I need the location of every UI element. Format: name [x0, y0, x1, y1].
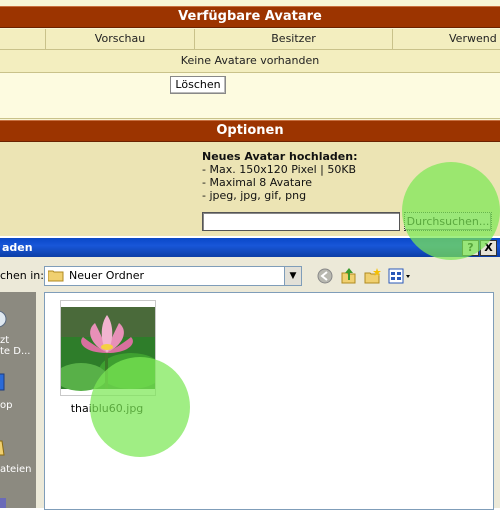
section-header-avatars: Verfügbare Avatare — [0, 6, 500, 28]
file-item[interactable] — [55, 300, 163, 396]
place-label[interactable]: ateien — [0, 464, 31, 475]
delete-button[interactable]: Löschen — [170, 76, 226, 94]
upload-info: Neues Avatar hochladen: - Max. 150x120 P… — [202, 150, 357, 202]
place-label[interactable]: op — [0, 400, 12, 411]
lotus-thumbnail-image — [55, 307, 163, 391]
column-header-preview: Vorschau — [45, 29, 194, 49]
file-name-label: thaiblu60.jpg — [70, 402, 144, 415]
look-in-value: Neuer Ordner — [69, 269, 144, 282]
look-in-label: chen in: — [0, 269, 44, 282]
back-icon[interactable] — [317, 268, 333, 284]
chevron-down-icon[interactable]: ▼ — [284, 267, 301, 285]
computer-icon[interactable] — [0, 498, 6, 508]
upload-rule: - jpeg, jpg, gif, png — [202, 189, 307, 202]
upload-rule: - Maximal 8 Avatare — [202, 176, 312, 189]
avatar-table-header: Vorschau Besitzer Verwend — [0, 29, 500, 50]
up-folder-icon[interactable] — [341, 267, 357, 284]
desktop-icon[interactable] — [0, 372, 6, 392]
dialog-title: aden — [2, 241, 33, 254]
dialog-title-bar[interactable]: aden — [0, 238, 500, 257]
close-button[interactable]: X — [480, 240, 497, 256]
avatar-page: Verfügbare Avatare Vorschau Besitzer Ver… — [0, 0, 500, 236]
column-header-usage: Verwend — [392, 29, 500, 49]
view-menu-icon[interactable] — [388, 268, 412, 284]
delete-row: Löschen — [0, 73, 500, 119]
section-header-options: Optionen — [0, 120, 500, 142]
folder-icon — [47, 269, 64, 282]
empty-table-message: Keine Avatare vorhanden — [0, 50, 500, 73]
column-header-owner: Besitzer — [194, 29, 392, 49]
new-folder-icon[interactable] — [364, 267, 382, 284]
file-path-input[interactable] — [202, 212, 400, 231]
upload-title: Neues Avatar hochladen: — [202, 150, 358, 163]
look-in-dropdown[interactable]: Neuer Ordner ▼ — [44, 266, 302, 286]
places-bar: zt te D... op ateien — [0, 292, 36, 508]
documents-icon[interactable] — [0, 437, 6, 457]
browse-button[interactable]: Durchsuchen... — [404, 212, 492, 231]
upload-rule: - Max. 150x120 Pixel | 50KB — [202, 163, 357, 176]
network-icon[interactable] — [0, 308, 8, 330]
help-button[interactable]: ? — [462, 240, 479, 256]
place-label[interactable]: te D... — [0, 346, 31, 357]
place-label[interactable]: zt — [0, 335, 9, 346]
